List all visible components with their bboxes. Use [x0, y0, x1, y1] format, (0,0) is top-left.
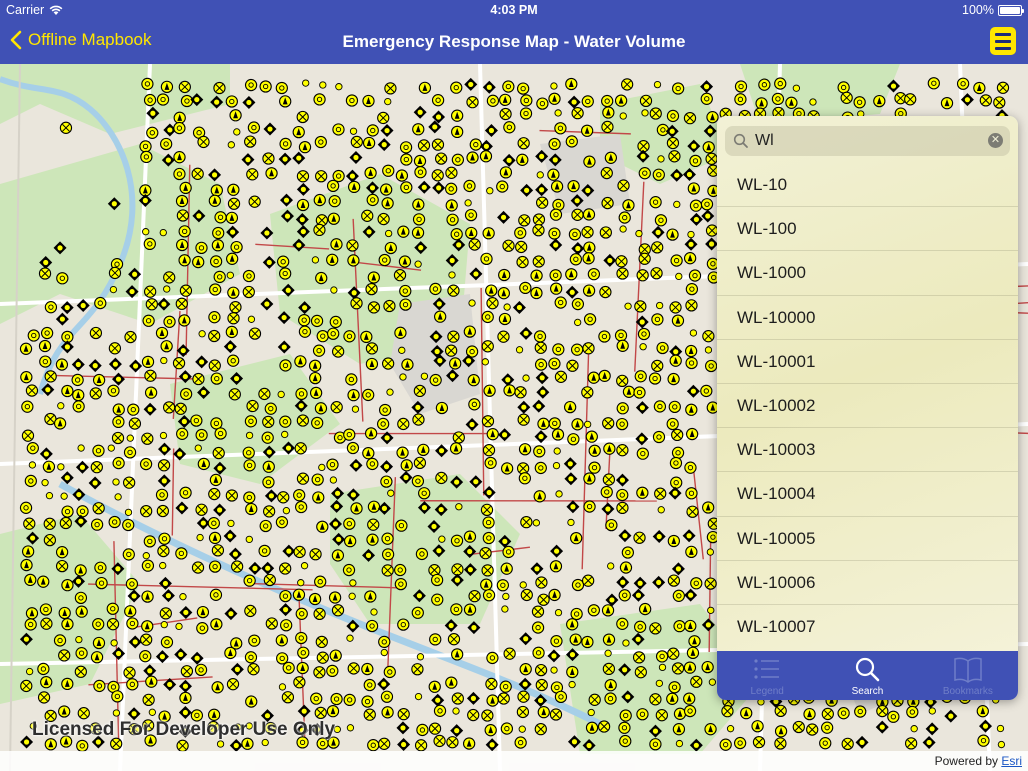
menu-button[interactable]: [990, 27, 1016, 55]
search-results-list: WL-10 WL-100 WL-1000 WL-10000 WL-10001 WL-100…: [717, 163, 1018, 649]
search-icon: [733, 133, 748, 148]
chevron-left-icon: [10, 30, 22, 50]
battery-icon: [998, 4, 1024, 16]
back-button-label: Offline Mapbook: [28, 30, 152, 49]
search-result-item[interactable]: WL-10006: [717, 561, 1018, 605]
tab-bookmarks[interactable]: Bookmarks: [918, 651, 1018, 700]
search-result-item[interactable]: WL-10: [717, 163, 1018, 208]
search-result-item[interactable]: WL-10000: [717, 296, 1018, 340]
search-panel: ✕ WL-10WL-100WL-1000WL-10000WL-10001WL-1…: [717, 116, 1018, 700]
menu-icon: [995, 32, 1011, 36]
tab-bar: Legend Search Bookmarks: [717, 651, 1018, 700]
search-result-item[interactable]: WL-1000: [717, 251, 1018, 296]
esri-link[interactable]: Esri: [1001, 754, 1022, 768]
attribution-prefix: Powered by: [934, 754, 1002, 768]
clear-icon[interactable]: ✕: [988, 133, 1003, 148]
app-root: Carrier 4:03 PM 100% Offline Mapbook Eme…: [0, 0, 1028, 771]
clock: 4:03 PM: [490, 3, 538, 17]
search-result-item[interactable]: WL-100: [717, 207, 1018, 252]
tab-legend-label: Legend: [750, 686, 784, 697]
search-input[interactable]: [755, 126, 975, 156]
status-bar: Carrier 4:03 PM 100%: [0, 0, 1028, 20]
page-title: Emergency Response Map - Water Volume: [342, 32, 686, 51]
search-result-item[interactable]: WL-10002: [717, 384, 1018, 429]
search-result-item[interactable]: WL-10003: [717, 428, 1018, 473]
battery-percent: 100%: [962, 3, 994, 17]
search-result-item[interactable]: WL-10005: [717, 517, 1018, 561]
tab-search[interactable]: Search: [817, 651, 917, 700]
license-watermark: Licensed For Developer Use Only: [32, 719, 336, 740]
legend-icon: [754, 659, 780, 679]
navigation-bar: Offline Mapbook Emergency Response Map -…: [0, 20, 1028, 64]
tab-search-label: Search: [851, 686, 884, 697]
search-tab-icon: [856, 657, 880, 682]
attribution-bar: Powered by Esri: [0, 751, 1028, 771]
search-bar: ✕: [725, 126, 1010, 156]
battery-fill: [1000, 6, 1020, 14]
back-button[interactable]: Offline Mapbook: [10, 30, 151, 50]
search-result-item[interactable]: WL-10001: [717, 340, 1018, 384]
search-result-item[interactable]: WL-10007: [717, 605, 1018, 649]
search-result-item[interactable]: WL-10004: [717, 472, 1018, 517]
battery-indicator: 100%: [962, 3, 1024, 17]
bookmarks-icon: [954, 657, 982, 683]
tab-bookmarks-label: Bookmarks: [942, 686, 993, 697]
tab-legend[interactable]: Legend: [717, 651, 817, 700]
attribution-text: Powered by Esri: [935, 754, 1022, 768]
